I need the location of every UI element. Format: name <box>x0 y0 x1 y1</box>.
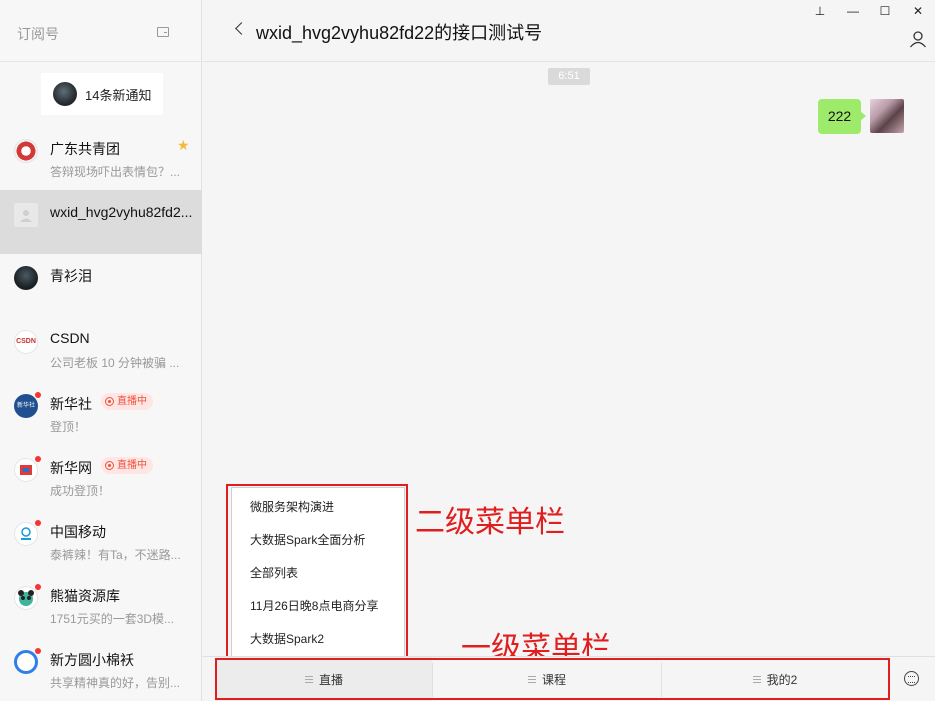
chat-preview: 成功登顶！ <box>50 484 111 498</box>
chat-name: wxid_hvg2vyhu82fd2... <box>50 204 193 220</box>
csdn-logo: CSDN <box>14 330 38 354</box>
avatar <box>14 266 38 290</box>
live-label: 直播中 <box>117 460 147 471</box>
panda-icon <box>14 586 38 610</box>
chat-header: wxid_hvg2vyhu82fd22的接口测试号 ⊥ — ☐ ✕ <box>203 0 935 62</box>
avatar <box>14 139 38 163</box>
chat-name: 青衫泪 <box>50 268 92 284</box>
secondary-menu-annotation: 二级菜单栏 <box>415 505 565 540</box>
chat-preview: 泰裤辣！有Ta，不迷路... <box>50 548 181 562</box>
chat-name: 熊猫资源库 <box>50 588 120 604</box>
unread-dot <box>35 584 41 590</box>
avatar <box>14 458 38 482</box>
secondary-menu-annotation-box <box>226 484 408 659</box>
chat-name: 中国移动 <box>50 524 106 540</box>
chat-name: 新华社 <box>50 396 92 412</box>
unread-dot <box>35 456 41 462</box>
notification-button[interactable]: 14条新通知 <box>41 73 163 115</box>
chat-item-chinamobile[interactable]: 中国移动 泰裤辣！有Ta，不迷路... <box>0 510 202 574</box>
live-label: 直播中 <box>117 396 147 407</box>
star-icon: ★ <box>177 137 190 153</box>
chat-name: 新方圆小棉袄 <box>50 652 134 668</box>
maximize-icon[interactable]: ☐ <box>878 4 892 18</box>
sidebar-header: 订阅号 <box>0 0 201 62</box>
unread-dot <box>35 520 41 526</box>
chat-item-xinfangyuan[interactable]: 新方圆小棉袄 共享精神真的好，告别... <box>0 638 202 701</box>
notification-avatar <box>53 82 77 106</box>
avatar <box>14 650 38 674</box>
message-timestamp: 6:51 <box>548 68 590 85</box>
chat-item-xinhuawang[interactable]: 新华网 直播中 成功登顶！ <box>0 446 202 510</box>
live-icon <box>105 461 114 470</box>
close-icon[interactable]: ✕ <box>911 4 925 18</box>
chat-name: CSDN <box>50 330 90 346</box>
minimize-icon[interactable]: — <box>846 4 860 18</box>
live-badge: 直播中 <box>101 393 153 410</box>
default-avatar-icon <box>14 203 38 227</box>
primary-menu-annotation-box <box>215 658 890 700</box>
compose-icon[interactable] <box>157 27 169 37</box>
profile-icon[interactable] <box>909 30 927 48</box>
live-badge: 直播中 <box>101 457 153 474</box>
chat-preview: 公司老板 10 分钟被骗 ... <box>50 356 180 370</box>
chat-item-qingshanlei[interactable]: 青衫泪 <box>0 254 202 318</box>
chat-preview: 登顶！ <box>50 420 87 434</box>
chat-name: 新华网 <box>50 460 92 476</box>
chat-window: wxid_hvg2vyhu82fd22的接口测试号 ⊥ — ☐ ✕ 6:51 2… <box>203 0 935 701</box>
chat-preview: 共享精神真的好，告别... <box>50 676 181 690</box>
chat-item-wxid[interactable]: wxid_hvg2vyhu82fd2... <box>0 190 202 254</box>
chat-preview: 1751元买的一套3D模... <box>50 612 175 626</box>
notification-label: 14条新通知 <box>85 87 152 103</box>
message-bubble[interactable]: 222 <box>818 99 866 134</box>
keyboard-icon[interactable] <box>904 671 919 686</box>
back-icon[interactable] <box>235 22 248 35</box>
pin-icon[interactable]: ⊥ <box>813 4 827 18</box>
chat-title: wxid_hvg2vyhu82fd22的接口测试号 <box>256 23 543 43</box>
avatar <box>14 522 38 546</box>
chat-item-xinhuashe[interactable]: 新华社 新华社 直播中 登顶！ <box>0 382 202 446</box>
unread-dot <box>35 648 41 654</box>
unread-dot <box>35 392 41 398</box>
sidebar: 订阅号 14条新通知 广东共青团 答辩现场吓出表情包？... ★ wxid_hv… <box>0 0 202 701</box>
chat-item-panda[interactable]: 熊猫资源库 1751元买的一套3D模... <box>0 574 202 638</box>
my-avatar[interactable] <box>870 99 904 133</box>
live-icon <box>105 397 114 406</box>
xinhua-logo: 新华社 <box>14 394 38 418</box>
chat-item-guangdong[interactable]: 广东共青团 答辩现场吓出表情包？... ★ <box>0 127 202 191</box>
chat-item-csdn[interactable]: CSDN CSDN 公司老板 10 分钟被骗 ... <box>0 318 202 382</box>
chat-preview: 答辩现场吓出表情包？... <box>50 165 181 179</box>
sidebar-title: 订阅号 <box>17 26 59 42</box>
chat-name: 广东共青团 <box>50 141 120 157</box>
